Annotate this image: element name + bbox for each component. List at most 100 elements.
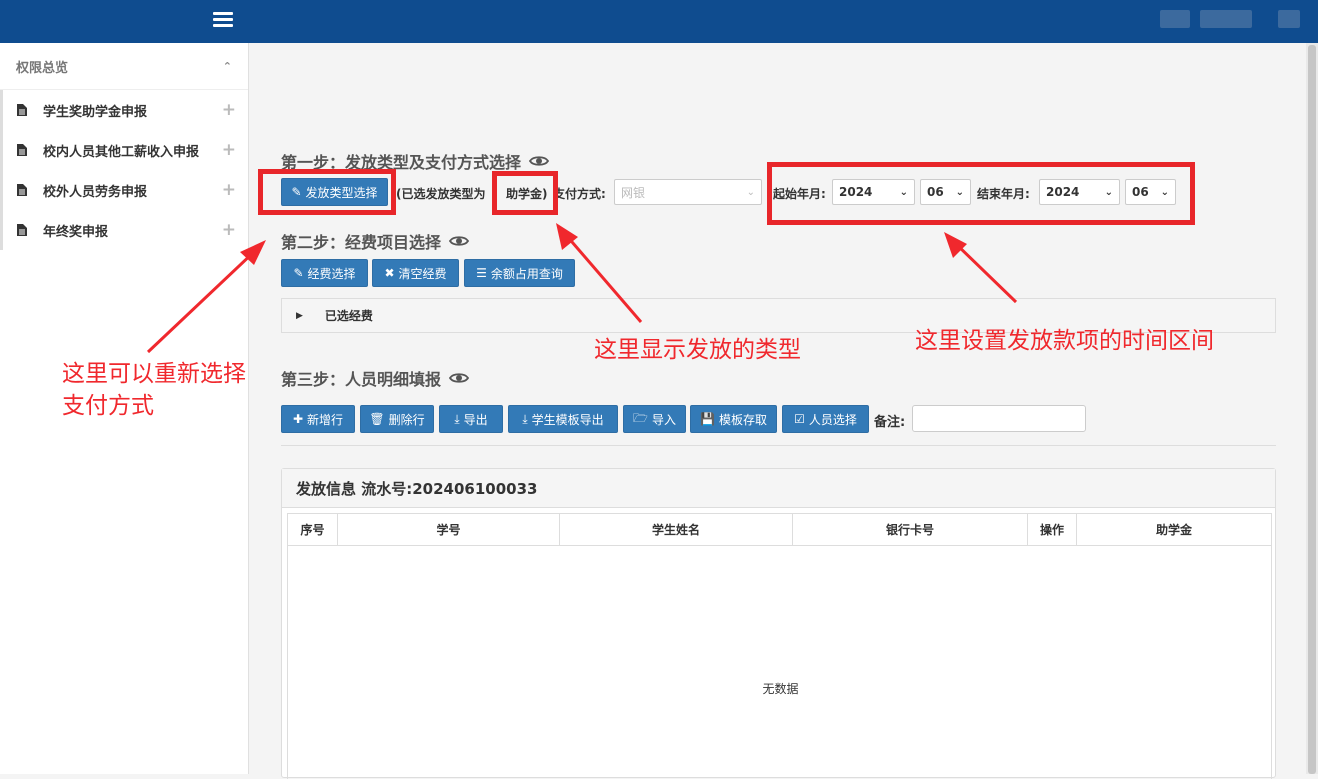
annotation-right: 这里设置发放款项的时间区间 [915,328,1214,354]
selected-type-prefix: (已选发放类型为 [396,187,486,201]
save-icon: 💾 [700,412,715,426]
document-icon [17,184,27,196]
clear-fund-button[interactable]: ✖ 清空经费 [372,259,459,287]
balance-query-button-label: 余额占用查询 [490,266,563,281]
student-template-export-label: 学生模板导出 [531,412,604,427]
pencil-icon: ✎ [293,266,304,280]
sidebar-item-label: 校内人员其他工薪收入申报 [43,144,200,160]
check-square-icon: ☑ [794,412,805,426]
export-button[interactable]: ⤓ 导出 [439,405,503,433]
sidebar-item-student-aid[interactable]: 学生奖助学金申报 + [0,90,248,130]
step1-title-text: 第一步：发放类型及支付方式选择 [281,153,522,172]
payment-method-value: 网银 [621,185,646,200]
menu-toggle-icon[interactable] [213,12,233,30]
download-icon: ⤓ [522,411,528,426]
type-select-button[interactable]: ✎ 发放类型选择 [281,178,388,206]
payment-info-title: 发放信息 流水号:202406100033 [282,469,1275,508]
document-icon [17,104,27,116]
delete-row-button-label: 删除行 [388,412,425,427]
top-navbar [0,0,1318,43]
eye-icon[interactable] [449,234,470,248]
annotation-left-line2: 支付方式 [62,393,154,419]
start-year-value: 2024 [839,185,873,199]
step3-title: 第三步：人员明细填报 [281,366,470,390]
note-input[interactable] [912,405,1086,432]
start-year-select[interactable]: 2024 ⌄ [832,179,915,205]
sidebar-item-internal-income[interactable]: 校内人员其他工薪收入申报 + [0,130,248,170]
sidebar-item-label: 校外人员劳务申报 [43,184,148,200]
payment-method-label: 支付方式: [553,187,606,201]
import-button-label: 导入 [651,412,676,427]
payment-table: 序号 学号 学生姓名 银行卡号 操作 助学金 无数据 [287,513,1272,779]
eye-icon[interactable] [449,371,470,385]
divider [281,445,1276,446]
sidebar-item-external-labor[interactable]: 校外人员劳务申报 + [0,170,248,210]
download-icon: ⤓ [454,411,460,426]
end-month-select[interactable]: 06 ⌄ [1125,179,1176,205]
balance-query-button[interactable]: ☰ 余额占用查询 [464,259,575,287]
start-month-select[interactable]: 06 ⌄ [920,179,971,205]
end-month-value: 06 [1132,185,1149,199]
annotation-left-line1: 这里可以重新选择 [62,361,246,387]
sidebar-item-year-end-bonus[interactable]: 年终奖申报 + [0,210,248,250]
sidebar-item-label: 年终奖申报 [43,224,109,240]
payment-method-select[interactable]: 网银 ⌄ [614,179,762,205]
plus-icon[interactable]: + [222,140,236,160]
column-header[interactable]: 操作 [1028,514,1077,545]
vertical-scrollbar-thumb[interactable] [1308,45,1316,774]
table-header: 序号 学号 学生姓名 银行卡号 操作 助学金 [288,514,1271,546]
chevron-down-icon: ⌄ [955,186,964,198]
close-icon: ✖ [384,266,395,280]
column-header[interactable]: 学生姓名 [560,514,793,545]
step3-title-text: 第三步：人员明细填报 [281,370,442,389]
pencil-icon: ✎ [291,185,302,199]
end-year-select[interactable]: 2024 ⌄ [1039,179,1120,205]
document-icon [17,144,27,156]
start-month-label: 起始年月: [773,187,826,201]
student-template-export-button[interactable]: ⤓ 学生模板导出 [508,405,618,433]
plus-icon[interactable]: + [222,220,236,240]
add-row-button[interactable]: ✚ 新增行 [281,405,355,433]
redacted-user-info [1200,10,1252,28]
end-month-label: 结束年月: [977,187,1030,201]
fund-select-button-label: 经费选择 [307,266,356,281]
column-header[interactable]: 助学金 [1077,514,1271,545]
selected-funds-label: 已选经费 [324,309,373,323]
step2-title-text: 第二步：经费项目选择 [281,233,442,252]
column-header[interactable]: 序号 [288,514,338,545]
chevron-down-icon: ⌄ [746,186,755,198]
plus-icon: ✚ [292,412,304,426]
empty-state: 无数据 [762,682,799,696]
column-header[interactable]: 银行卡号 [793,514,1028,545]
step2-title: 第二步：经费项目选择 [281,229,470,253]
redacted-user-info [1160,10,1190,28]
annotation-middle: 这里显示发放的类型 [594,337,801,363]
eye-icon[interactable] [529,154,550,168]
note-label: 备注: [874,415,906,430]
person-select-button[interactable]: ☑ 人员选择 [782,405,869,433]
document-icon [17,224,27,236]
delete-row-button[interactable]: 🗑 删除行 [360,405,434,433]
add-row-button-label: 新增行 [307,412,344,427]
fund-select-button[interactable]: ✎ 经费选择 [281,259,368,287]
trash-icon: 🗑 [369,412,385,426]
plus-icon[interactable]: + [222,100,236,120]
main-content: 第一步：发放类型及支付方式选择 ✎ 发放类型选择 (已选发放类型为 助学金) 支… [266,43,1292,779]
chevron-down-icon: ⌄ [1104,186,1113,198]
sidebar-header[interactable]: 权限总览 ⌃ [0,43,248,90]
selected-type-value: 助学金) [506,187,548,201]
column-header[interactable]: 学号 [338,514,560,545]
export-button-label: 导出 [463,412,488,427]
chevron-down-icon: ⌄ [899,186,908,198]
template-storage-button[interactable]: 💾 模板存取 [690,405,777,433]
chevron-down-icon: ⌄ [1160,186,1169,198]
template-storage-label: 模板存取 [718,412,767,427]
payment-info-panel: 发放信息 流水号:202406100033 序号 学号 学生姓名 银行卡号 操作… [281,468,1276,779]
import-button[interactable]: 🗁 导入 [623,405,686,433]
plus-icon[interactable]: + [222,180,236,200]
person-select-label: 人员选择 [808,412,857,427]
list-icon: ☰ [476,266,487,280]
chevron-up-icon[interactable]: ⌃ [223,60,232,73]
folder-open-icon: 🗁 [633,410,648,425]
sidebar-header-label: 权限总览 [16,60,69,76]
